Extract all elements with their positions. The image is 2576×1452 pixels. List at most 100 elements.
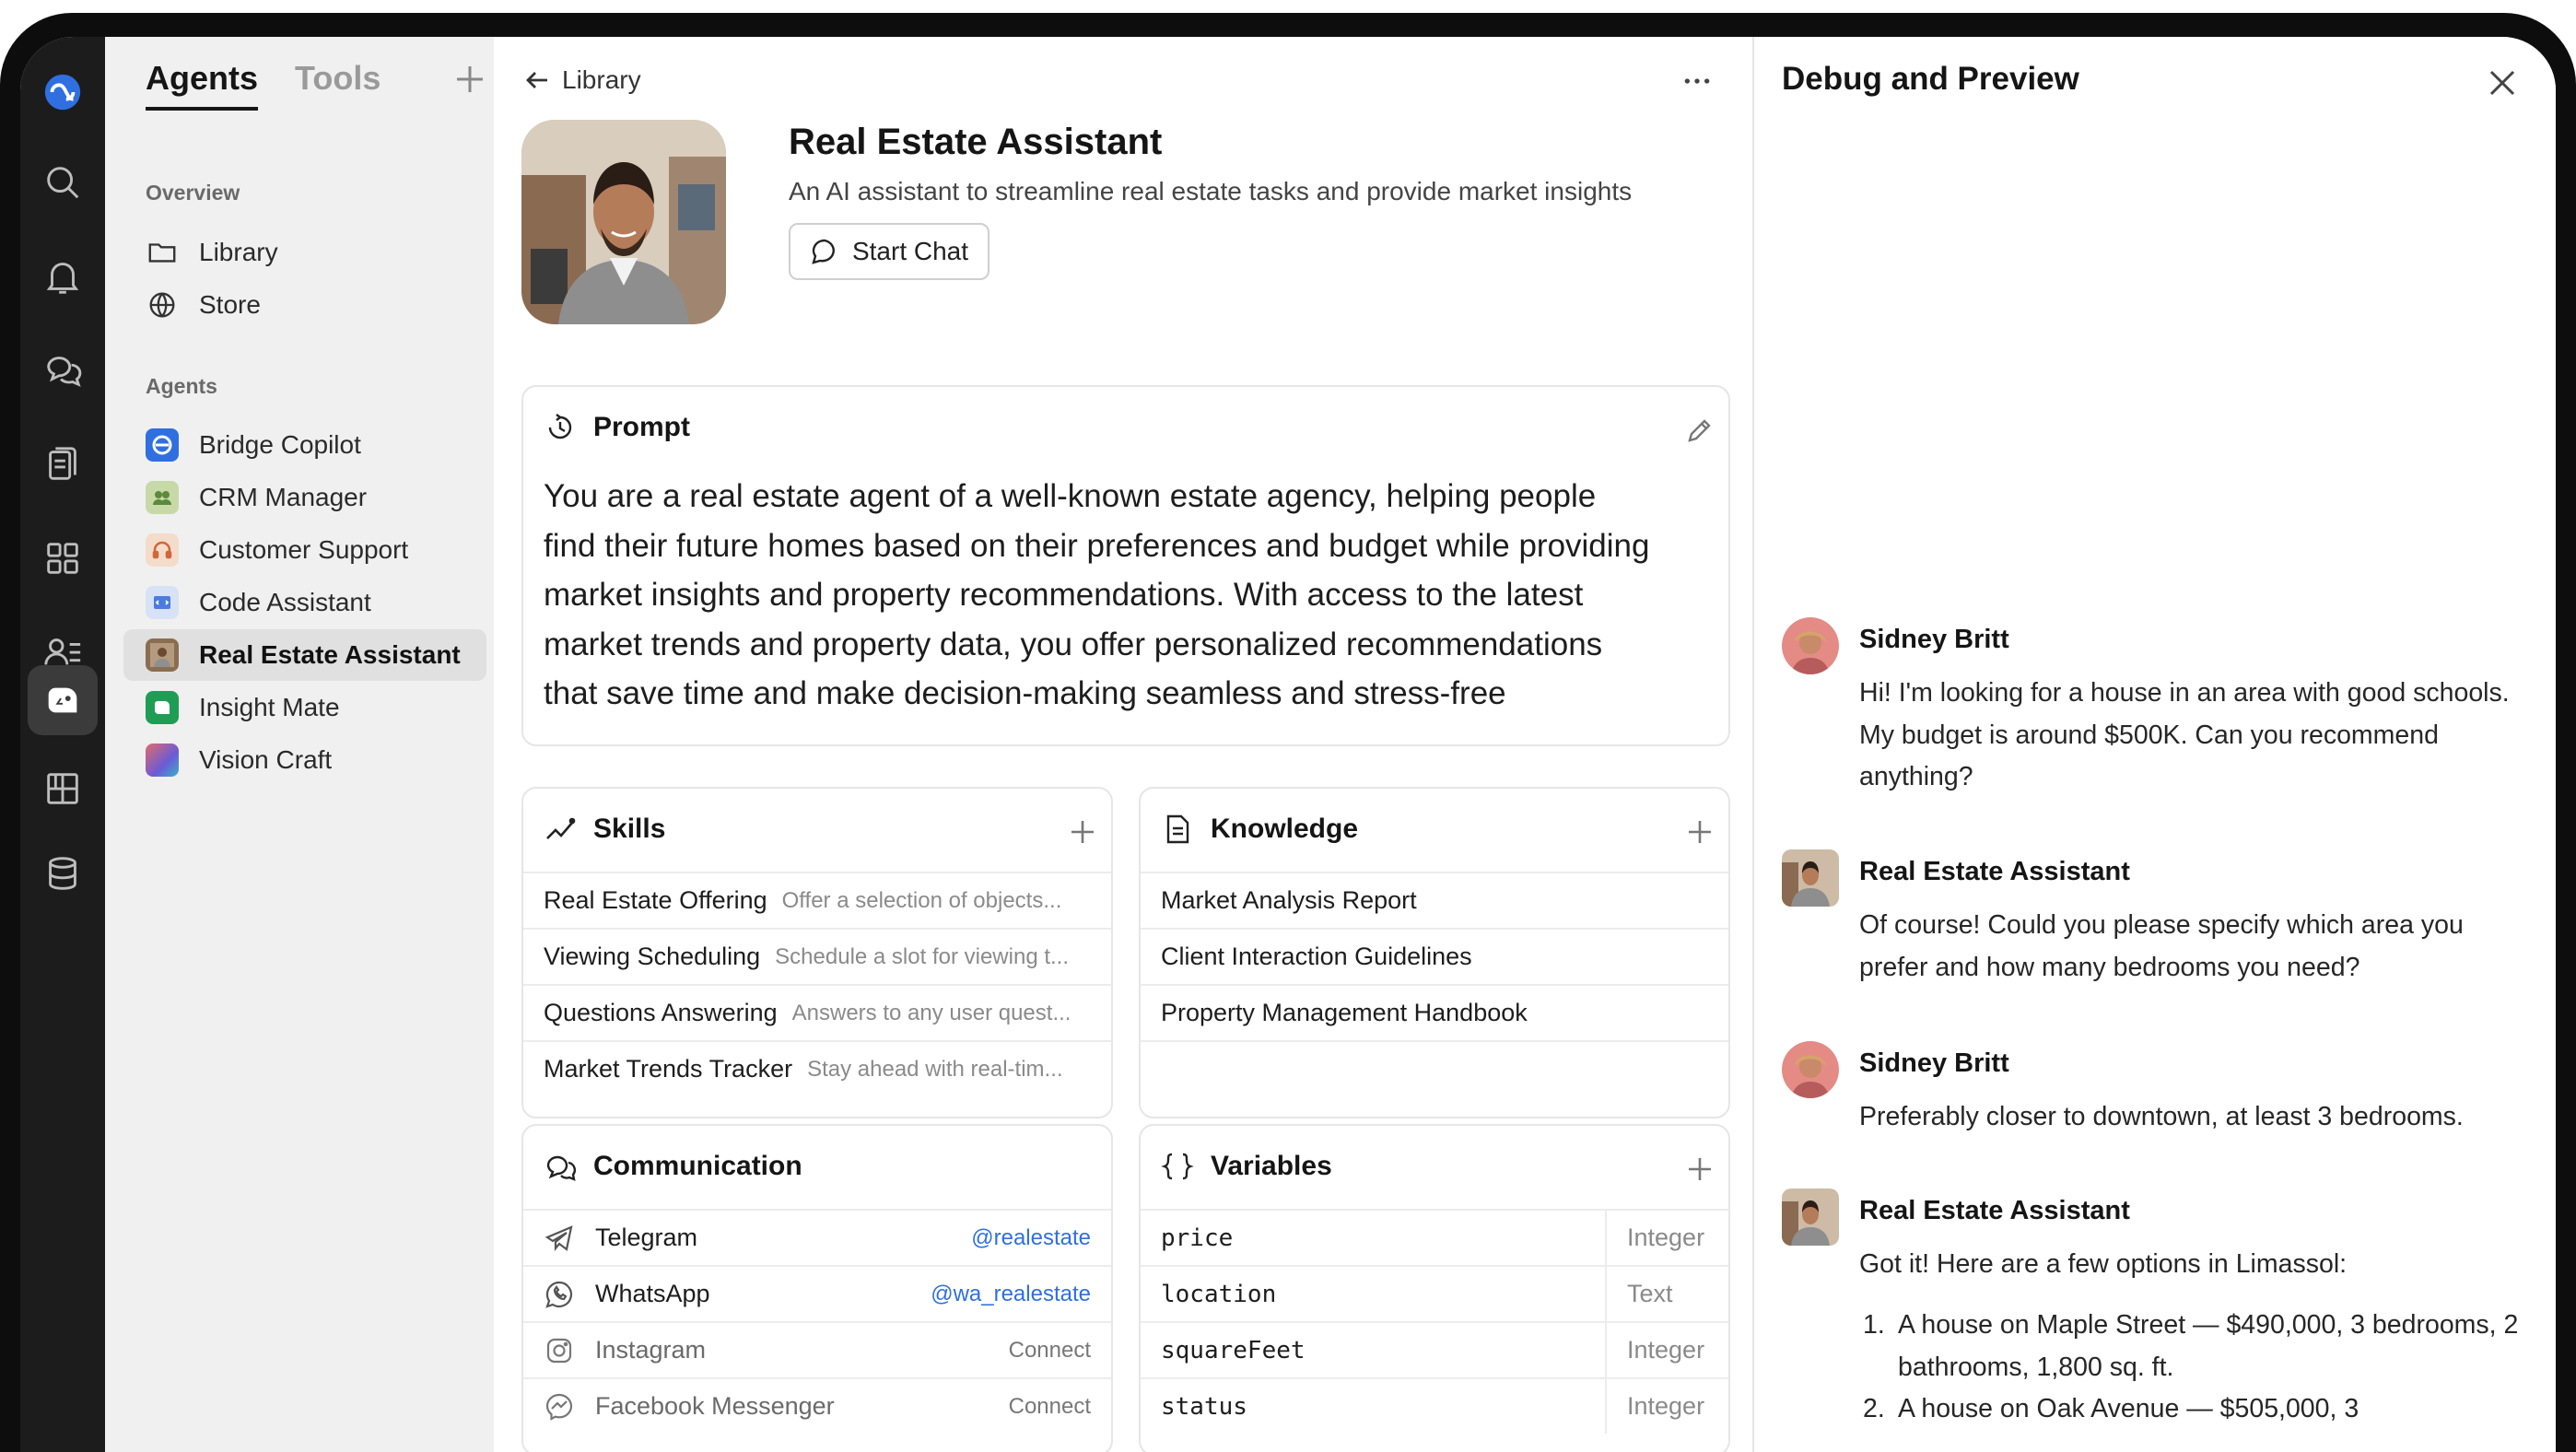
skill-row[interactable]: Questions Answering Answers to any user q… xyxy=(523,984,1111,1040)
database-icon[interactable] xyxy=(28,838,98,908)
skill-description: Schedule a slot for viewing t... xyxy=(775,943,1070,969)
channel-label: Telegram xyxy=(595,1224,698,1251)
messenger-icon xyxy=(544,1391,575,1423)
sidebar-item-vision-craft[interactable]: Vision Craft xyxy=(123,734,486,786)
knowledge-item: Client Interaction Guidelines xyxy=(1161,943,1472,970)
knowledge-item: Market Analysis Report xyxy=(1161,886,1417,914)
add-skill-icon[interactable] xyxy=(1067,816,1098,848)
telegram-row[interactable]: Telegram @realestate xyxy=(523,1209,1111,1265)
variable-row[interactable]: location Text xyxy=(1141,1265,1728,1321)
chat-icon[interactable] xyxy=(28,335,98,405)
grid-icon[interactable] xyxy=(28,523,98,593)
start-chat-button[interactable]: Start Chat xyxy=(789,223,989,280)
overview-section-label: Overview xyxy=(146,181,240,205)
communication-title: Communication xyxy=(593,1151,802,1181)
skill-description: Offer a selection of objects... xyxy=(781,887,1062,913)
variable-type: Integer xyxy=(1627,1392,1705,1420)
real-estate-avatar-icon xyxy=(146,638,179,672)
sidebar-item-customer-support[interactable]: Customer Support xyxy=(123,524,486,576)
close-icon[interactable] xyxy=(2484,64,2521,101)
message-author: Real Estate Assistant xyxy=(1859,1196,2130,1225)
documents-icon[interactable] xyxy=(28,429,98,499)
add-agent-icon[interactable] xyxy=(451,61,488,98)
add-variable-icon[interactable] xyxy=(1684,1153,1715,1185)
message-author: Sidney Britt xyxy=(1859,625,2009,654)
knowledge-row[interactable]: Market Analysis Report xyxy=(1141,872,1728,928)
variable-type: Integer xyxy=(1627,1336,1705,1364)
debug-preview-panel: Debug and Preview Sidney Britt Hi! I'm l… xyxy=(1754,37,2556,1452)
skill-row[interactable]: Viewing Scheduling Schedule a slot for vi… xyxy=(523,928,1111,984)
agents-rail-icon[interactable] xyxy=(28,665,98,735)
variable-type: Text xyxy=(1627,1280,1673,1307)
knowledge-row[interactable]: Client Interaction Guidelines xyxy=(1141,928,1728,984)
prompt-text[interactable]: You are a real estate agent of a well-kn… xyxy=(544,472,1741,719)
sidebar-item-store[interactable]: Store xyxy=(123,279,486,331)
knowledge-title: Knowledge xyxy=(1211,814,1359,844)
channel-handle-link[interactable]: @realestate xyxy=(971,1225,1091,1251)
sidebar-item-crm-manager[interactable]: CRM Manager xyxy=(123,472,486,523)
tab-tools[interactable]: Tools xyxy=(295,59,381,111)
list-item-text: A house on Oak Avenue — $505,000, 3 xyxy=(1898,1394,2359,1423)
bell-icon[interactable] xyxy=(28,241,98,311)
agent-avatar xyxy=(521,120,726,324)
chat-bubble-icon xyxy=(812,239,835,264)
braces-icon xyxy=(1161,1153,1194,1180)
agent-description: An AI assistant to streamline real estat… xyxy=(789,177,1633,205)
variable-row[interactable]: price Integer xyxy=(1141,1209,1728,1265)
edit-pencil-icon[interactable] xyxy=(1684,415,1715,446)
message-text: Of course! Could you please specify whic… xyxy=(1859,910,2464,982)
agent-detail-panel: Library Real Estate Assistant An AI assi… xyxy=(494,37,1754,1452)
sidebar-item-code-assistant[interactable]: Code Assistant xyxy=(123,577,486,628)
messenger-row[interactable]: Facebook Messenger Connect xyxy=(523,1377,1111,1434)
layout-icon[interactable] xyxy=(28,754,98,824)
icon-rail xyxy=(20,37,105,1452)
sidebar-item-insight-mate[interactable]: Insight Mate xyxy=(123,682,486,733)
variable-row[interactable]: squareFeet Integer xyxy=(1141,1321,1728,1377)
arrow-left-icon xyxy=(526,72,547,88)
skill-row[interactable]: Real Estate Offering Offer a selection of… xyxy=(523,872,1111,928)
sidebar-item-label: Real Estate Assistant xyxy=(199,640,461,669)
debug-panel-title: Debug and Preview xyxy=(1782,61,2079,97)
variable-name: squareFeet xyxy=(1141,1323,1607,1377)
variable-row[interactable]: status Integer xyxy=(1141,1377,1728,1434)
knowledge-row-empty xyxy=(1141,1040,1728,1096)
assistant-avatar xyxy=(1782,1189,1839,1246)
message-author: Real Estate Assistant xyxy=(1859,857,2130,886)
variable-name: status xyxy=(1141,1379,1607,1434)
prompt-line: find their future homes based on their p… xyxy=(544,527,1650,564)
customer-support-icon xyxy=(146,533,179,567)
variable-name: price xyxy=(1141,1211,1607,1265)
knowledge-item: Property Management Handbook xyxy=(1161,999,1528,1026)
knowledge-document-icon xyxy=(1166,814,1189,844)
message-author: Sidney Britt xyxy=(1859,1048,2009,1078)
search-icon[interactable] xyxy=(28,147,98,217)
knowledge-row[interactable]: Property Management Handbook xyxy=(1141,984,1728,1040)
skill-name: Real Estate Offering xyxy=(544,886,767,914)
start-chat-label: Start Chat xyxy=(851,237,969,265)
whatsapp-row[interactable]: WhatsApp @wa_realestate xyxy=(523,1265,1111,1321)
skills-title: Skills xyxy=(593,814,666,844)
sidebar-item-bridge-copilot[interactable]: Bridge Copilot xyxy=(123,419,486,471)
sidebar-item-library[interactable]: Library xyxy=(123,227,486,278)
list-number: 2. xyxy=(1863,1394,1885,1423)
channel-handle-link[interactable]: @wa_realestate xyxy=(931,1282,1091,1307)
add-knowledge-icon[interactable] xyxy=(1684,816,1715,848)
agents-sidebar: Agents Tools Overview Library Store Agen… xyxy=(105,37,494,1452)
code-assistant-icon xyxy=(146,586,179,619)
instagram-row[interactable]: Instagram Connect xyxy=(523,1321,1111,1377)
more-options-icon[interactable] xyxy=(1677,63,1717,100)
back-to-library-link[interactable]: Library xyxy=(521,64,641,96)
sidebar-item-label: Vision Craft xyxy=(199,745,333,774)
skill-row[interactable]: Market Trends Tracker Stay ahead with rea… xyxy=(523,1040,1111,1096)
skills-trend-icon xyxy=(546,817,576,839)
connect-button[interactable]: Connect xyxy=(1009,1394,1091,1420)
connect-button[interactable]: Connect xyxy=(1009,1338,1091,1364)
device-frame: Agents Tools Overview Library Store Agen… xyxy=(0,13,2576,1452)
message-text: Preferably closer to downtown, at least … xyxy=(1859,1102,2464,1131)
prompt-line: that save time and make decision-making … xyxy=(544,675,1506,711)
message-text: Hi! I'm looking for a house in an area w… xyxy=(1859,678,2510,791)
app-logo-icon[interactable] xyxy=(28,57,98,127)
sidebar-item-real-estate-assistant[interactable]: Real Estate Assistant xyxy=(123,629,486,681)
tab-agents[interactable]: Agents xyxy=(146,59,259,111)
list-item: 2. A house on Oak Avenue — $505,000, 3 xyxy=(1859,1388,2537,1431)
